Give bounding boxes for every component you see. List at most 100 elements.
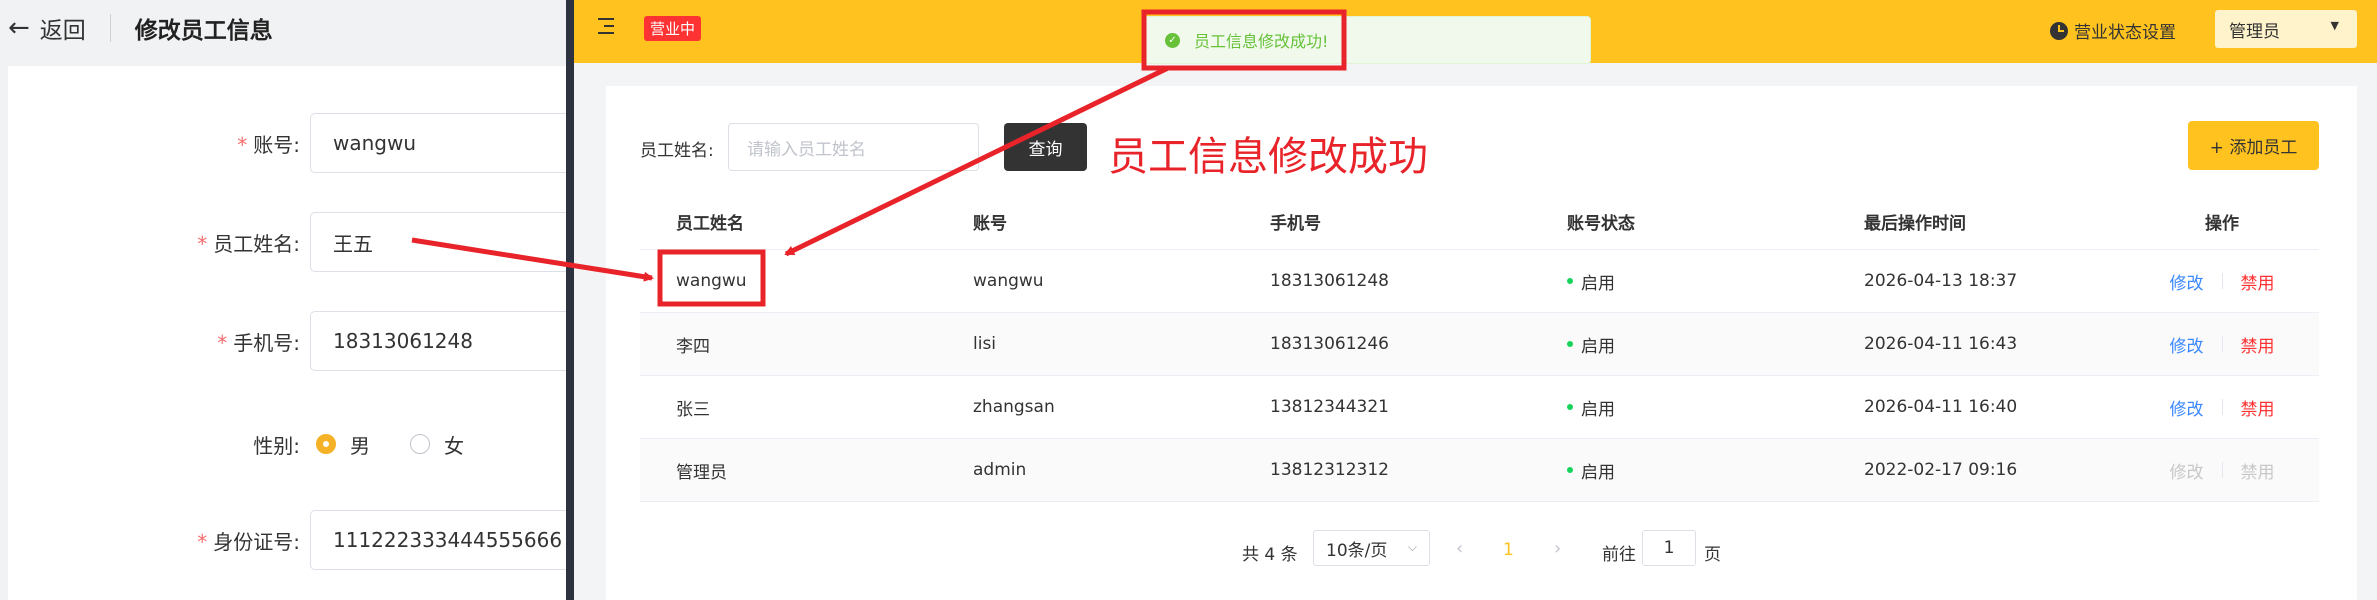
table-row: 张三 zhangsan 13812344321 启用 2026-04-11 16… <box>640 376 2319 439</box>
page-size-select[interactable]: 10条/页 ⌵ <box>1313 530 1430 566</box>
action-divider <box>2221 273 2223 289</box>
name-field[interactable]: 王五 <box>310 212 566 272</box>
cell-status: 启用 <box>1531 332 1828 357</box>
annotation-text: 员工信息修改成功 <box>1108 134 1428 180</box>
cell-time: 2026-04-11 16:40 <box>1864 397 2018 417</box>
toast-message: 员工信息修改成功! <box>1194 32 1329 51</box>
cell-phone: 13812344321 <box>1270 397 1389 417</box>
action-divider <box>2221 462 2223 478</box>
page-number[interactable]: 1 <box>1503 540 1514 560</box>
query-button[interactable]: 查询 <box>1004 123 1087 171</box>
search-input[interactable]: 请输入员工姓名 <box>728 123 979 171</box>
disable-link[interactable]: 禁用 <box>2241 332 2275 357</box>
page-title: 修改员工信息 <box>134 18 273 44</box>
gender-radio-group: 男 女 <box>316 430 504 459</box>
disable-link[interactable]: 禁用 <box>2241 395 2275 420</box>
page-suffix: 页 <box>1704 545 1721 565</box>
business-status-settings[interactable]: 营业状态设置 <box>2050 18 2176 43</box>
pagination-total: 共 4 条 <box>1242 545 1298 565</box>
cell-account: wangwu <box>973 271 1044 291</box>
edit-page-header: ← 返回 修改员工信息 <box>0 0 566 56</box>
radio-checked-icon <box>316 434 336 454</box>
edit-link-disabled: 修改 <box>2169 462 2204 483</box>
cell-account: zhangsan <box>973 397 1055 417</box>
table-row: 李四 lisi 18313061246 启用 2026-04-11 16:43 … <box>640 313 2319 376</box>
cell-phone: 13812312312 <box>1270 460 1389 480</box>
arrow-left-icon: ← <box>8 13 30 43</box>
goto-page-input[interactable]: 1 <box>1642 530 1696 566</box>
gender-female-radio[interactable]: 女 <box>410 430 464 459</box>
header-actions: 操作 <box>2205 214 2239 234</box>
cell-actions: 修改 禁用 <box>2125 458 2319 483</box>
search-label: 员工姓名: <box>640 141 714 161</box>
table-row: 管理员 admin 13812312312 启用 2022-02-17 09:1… <box>640 439 2319 502</box>
back-label: 返回 <box>39 18 86 44</box>
goto-label: 前往 <box>1602 545 1636 565</box>
cell-name: 张三 <box>676 399 710 420</box>
employee-table: 员工姓名 账号 手机号 账号状态 最后操作时间 操作 wangwu wangwu… <box>640 194 2319 502</box>
cell-status: 启用 <box>1531 395 1828 420</box>
header-name: 员工姓名 <box>676 214 744 234</box>
panel-divider <box>566 0 574 600</box>
id-card-label: * 身份证号: <box>197 529 300 554</box>
status-dot-icon <box>1567 278 1573 284</box>
employee-list-panel: 营业中 ✓ 员工信息修改成功! 营业状态设置 管理员 ▼ 员工姓名: 请输入员工… <box>574 0 2377 600</box>
radio-unchecked-icon <box>410 434 430 454</box>
user-name: 管理员 <box>2229 21 2280 42</box>
cell-status: 启用 <box>1531 269 1828 294</box>
action-divider <box>2221 336 2223 352</box>
table-header: 员工姓名 账号 手机号 账号状态 最后操作时间 操作 <box>640 194 2319 250</box>
disable-link-disabled: 禁用 <box>2240 462 2275 483</box>
cell-time: 2022-02-17 09:16 <box>1864 460 2018 480</box>
disable-link[interactable]: 禁用 <box>2241 269 2275 294</box>
id-card-row: * 身份证号: 111222333444555666 <box>8 509 566 571</box>
chevron-right-icon[interactable]: › <box>1554 538 1561 559</box>
phone-label: * 手机号: <box>217 330 300 355</box>
table-row: wangwu wangwu 18313061248 启用 2026-04-13 … <box>640 250 2319 313</box>
cell-actions: 修改 禁用 <box>2125 332 2319 357</box>
cell-status: 启用 <box>1531 458 1828 483</box>
status-dot-icon <box>1567 341 1573 347</box>
header-time: 最后操作时间 <box>1864 214 1966 234</box>
edit-link[interactable]: 修改 <box>2170 332 2204 357</box>
account-label: * 账号: <box>237 132 300 157</box>
cell-phone: 18313061246 <box>1270 334 1389 354</box>
cell-name: wangwu <box>676 271 747 291</box>
status-badge: 营业中 <box>644 16 702 41</box>
add-employee-button[interactable]: + 添加员工 <box>2188 121 2319 170</box>
cell-time: 2026-04-13 18:37 <box>1864 271 2018 291</box>
account-field[interactable]: wangwu <box>310 113 566 173</box>
header-account: 账号 <box>973 214 1007 234</box>
clock-icon <box>2050 21 2068 40</box>
user-menu[interactable]: 管理员 ▼ <box>2215 10 2357 48</box>
cell-name: 管理员 <box>676 462 727 483</box>
chevron-left-icon[interactable]: ‹ <box>1456 538 1463 559</box>
header-divider <box>109 14 111 42</box>
status-dot-icon <box>1567 404 1573 410</box>
cell-phone: 18313061248 <box>1270 271 1389 291</box>
header-status: 账号状态 <box>1567 214 1635 234</box>
menu-fold-icon[interactable] <box>598 18 618 36</box>
caret-down-icon: ▼ <box>2330 19 2339 32</box>
back-button[interactable]: ← 返回 <box>0 11 86 45</box>
edit-link[interactable]: 修改 <box>2170 269 2204 294</box>
name-label: * 员工姓名: <box>197 231 300 256</box>
chevron-down-icon: ⌵ <box>1407 540 1417 554</box>
cell-account: admin <box>973 460 1027 480</box>
gender-male-radio[interactable]: 男 <box>316 430 370 459</box>
success-toast: ✓ 员工信息修改成功! <box>1142 16 1591 64</box>
edit-employee-panel: ← 返回 修改员工信息 * 账号: wangwu * 员工姓名: 王五 * 手机号: … <box>0 0 566 600</box>
cell-account: lisi <box>973 334 997 354</box>
edit-form: * 账号: wangwu * 员工姓名: 王五 * 手机号: 18313061248 … <box>8 66 566 600</box>
id-card-field[interactable]: 111222333444555666 <box>310 510 566 570</box>
gender-label: 性别: <box>253 433 300 458</box>
name-row: * 员工姓名: 王五 <box>8 211 566 273</box>
account-row: * 账号: wangwu <box>8 112 566 174</box>
action-divider <box>2221 399 2223 415</box>
check-circle-icon: ✓ <box>1165 32 1180 48</box>
phone-row: * 手机号: 18313061248 <box>8 310 566 372</box>
phone-field[interactable]: 18313061248 <box>310 311 566 371</box>
content-card: 员工姓名: 请输入员工姓名 查询 员工信息修改成功 + 添加员工 员工姓名 账号… <box>606 86 2357 600</box>
edit-link[interactable]: 修改 <box>2170 395 2204 420</box>
status-dot-icon <box>1567 467 1573 473</box>
